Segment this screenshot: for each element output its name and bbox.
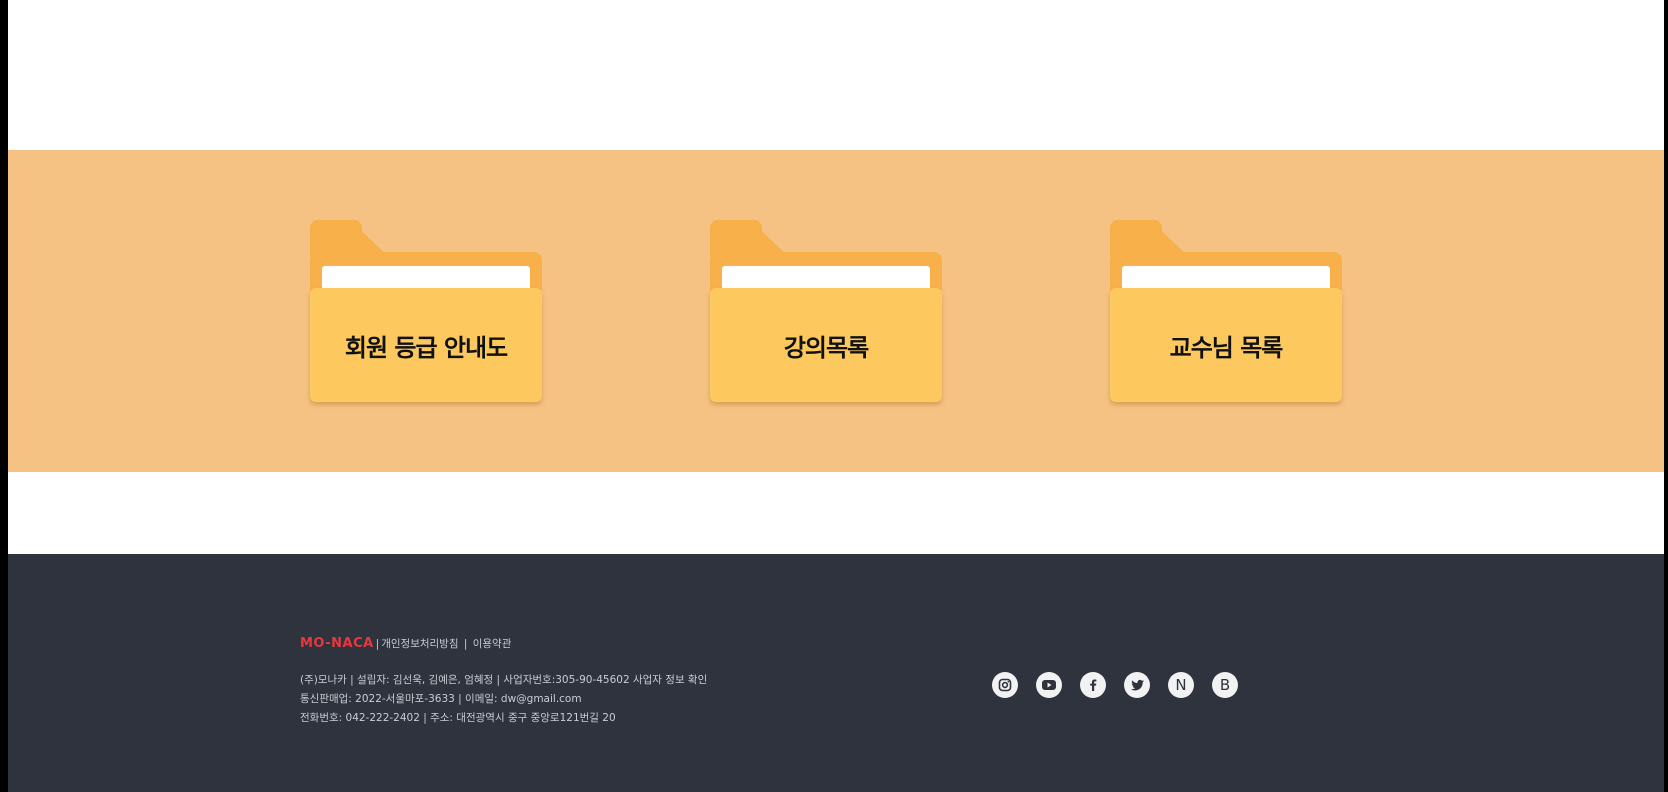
footer-brand-line: MO-NACA | 개인정보처리방침 | 이용약관: [300, 636, 512, 651]
footer: MO-NACA | 개인정보처리방침 | 이용약관 (주)모나카 | 설립자: …: [8, 554, 1664, 792]
brand-logo[interactable]: MO-NACA: [300, 636, 374, 651]
naver-button[interactable]: N: [1168, 672, 1194, 698]
blog-button[interactable]: B: [1212, 672, 1238, 698]
youtube-icon: [1042, 680, 1056, 690]
terms-link[interactable]: 이용약관: [473, 636, 512, 651]
twitter-icon: [1130, 679, 1144, 691]
facebook-icon: [1090, 679, 1097, 691]
scrollbar[interactable]: [1664, 0, 1668, 792]
folder-band: 회원 등급 안내도 강의목록 교수님 목록: [8, 150, 1664, 472]
footer-info: MO-NACA | 개인정보처리방침 | 이용약관 (주)모나카 | 설립자: …: [300, 636, 707, 728]
folder-front: 회원 등급 안내도: [310, 288, 542, 402]
naver-icon: N: [1175, 676, 1187, 694]
folder-front: 교수님 목록: [1110, 288, 1342, 402]
facebook-button[interactable]: [1080, 672, 1106, 698]
twitter-button[interactable]: [1124, 672, 1150, 698]
folder-label: 강의목록: [783, 333, 869, 362]
folder-label: 회원 등급 안내도: [344, 333, 508, 362]
folder-front: 강의목록: [710, 288, 942, 402]
folder-professor-list[interactable]: 교수님 목록: [1110, 220, 1342, 402]
company-info-line: (주)모나카 | 설립자: 김선욱, 김예은, 엄혜정 | 사업자번호:305-…: [300, 674, 708, 686]
instagram-button[interactable]: [992, 672, 1018, 698]
social-links: N B: [992, 672, 1256, 698]
blog-icon: B: [1219, 676, 1231, 694]
contact-info-line: 전화번호: 042-222-2402 | 주소: 대전광역시 중구 중앙로121…: [300, 712, 616, 724]
youtube-button[interactable]: [1036, 672, 1062, 698]
page: 회원 등급 안내도 강의목록 교수님 목록 MO-NACA | 개인정보처리방침…: [8, 0, 1664, 792]
folder-lecture-list[interactable]: 강의목록: [710, 220, 942, 402]
sales-info-line: 통신판매업: 2022-서울마포-3633 | 이메일: dw@gmail.co…: [300, 693, 582, 705]
folder-membership-grade[interactable]: 회원 등급 안내도: [310, 220, 542, 402]
instagram-icon: [998, 678, 1012, 692]
folder-label: 교수님 목록: [1169, 333, 1284, 362]
privacy-policy-link[interactable]: 개인정보처리방침: [381, 636, 458, 651]
